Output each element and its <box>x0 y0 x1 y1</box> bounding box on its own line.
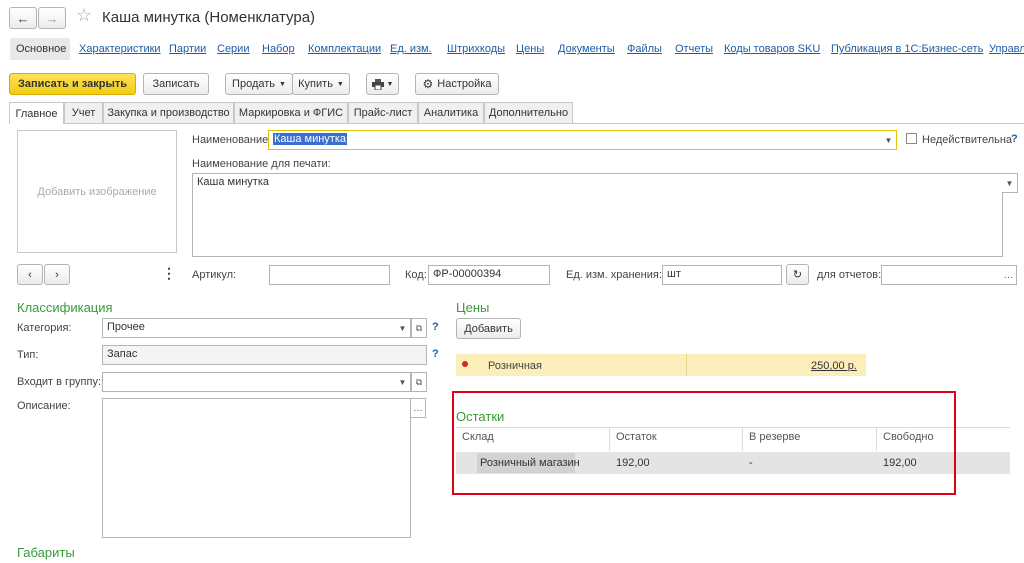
type-label: Тип: <box>17 349 39 361</box>
category-dropdown-button[interactable]: ▼ <box>395 318 411 338</box>
print-button[interactable]: ▼ <box>366 73 399 95</box>
nav-link-publication[interactable]: Публикация в 1С:Бизнес-сеть <box>831 43 983 55</box>
ellipsis-icon: … <box>1003 269 1014 281</box>
group-dropdown-button[interactable]: ▼ <box>395 372 411 392</box>
reports-label: для отчетов: <box>817 269 882 281</box>
more-icon[interactable]: ⋮ <box>162 265 176 282</box>
nav-link-series[interactable]: Серии <box>217 43 249 55</box>
inactive-checkbox[interactable] <box>906 133 917 144</box>
help-icon[interactable]: ? <box>432 321 439 333</box>
reports-input[interactable] <box>881 265 1002 285</box>
image-placeholder[interactable]: Добавить изображение <box>17 130 177 253</box>
save-button[interactable]: Записать <box>143 73 209 95</box>
description-textarea[interactable] <box>102 398 411 538</box>
print-name-label: Наименование для печати: <box>192 158 331 170</box>
price-marker-icon <box>462 361 468 367</box>
image-next-button[interactable]: › <box>44 264 70 285</box>
chevron-down-icon: ▼ <box>398 323 407 333</box>
chevron-down-icon: ▼ <box>279 80 286 88</box>
price-row-divider <box>686 354 687 376</box>
chevron-down-icon: ▼ <box>398 377 407 387</box>
nav-link-kits[interactable]: Комплектации <box>308 43 381 55</box>
chevron-down-icon: ▼ <box>884 135 893 145</box>
prices-title: Цены <box>456 300 490 315</box>
nav-link-sku[interactable]: Коды товаров SKU <box>724 43 820 55</box>
help-icon[interactable]: ? <box>1011 133 1018 145</box>
price-row-value[interactable]: 250,00 р. <box>811 360 857 372</box>
classification-title: Классификация <box>17 300 113 315</box>
type-input[interactable]: Запас <box>102 345 427 365</box>
arrow-left-icon: ← <box>16 10 30 26</box>
tabs-baseline <box>9 123 1024 124</box>
name-input[interactable]: Каша минутка <box>268 130 882 150</box>
code-label: Код: <box>405 269 427 281</box>
nav-link-files[interactable]: Файлы <box>627 43 662 55</box>
category-input[interactable]: Прочее <box>102 318 396 338</box>
description-label: Описание: <box>17 400 71 412</box>
description-edit-button[interactable]: … <box>410 398 426 418</box>
nav-link-set[interactable]: Набор <box>262 43 295 55</box>
open-icon: ⧉ <box>415 376 423 387</box>
print-name-dropdown-button[interactable]: ▼ <box>1002 173 1018 193</box>
unit-label: Ед. изм. хранения: <box>566 269 662 281</box>
save-close-button[interactable]: Записать и закрыть <box>9 73 136 95</box>
open-icon: ⧉ <box>415 322 423 333</box>
arrow-right-icon: → <box>45 10 59 26</box>
settings-button[interactable]: ⚙ Настройка <box>415 73 499 95</box>
back-button[interactable]: ← <box>9 7 37 29</box>
nav-link-documents[interactable]: Документы <box>558 43 615 55</box>
name-dropdown-button[interactable]: ▼ <box>881 130 897 150</box>
category-open-button[interactable]: ⧉ <box>411 318 427 338</box>
nav-link-reports[interactable]: Отчеты <box>675 43 713 55</box>
gear-icon: ⚙ <box>422 77 434 91</box>
nav-link-characteristics[interactable]: Характеристики <box>79 43 161 55</box>
code-input[interactable]: ФР-00000394 <box>428 265 550 285</box>
chevron-right-icon: › <box>55 268 59 281</box>
help-icon[interactable]: ? <box>432 348 439 360</box>
unit-input[interactable]: шт <box>662 265 782 285</box>
ellipsis-icon: … <box>413 402 423 414</box>
forward-button[interactable]: → <box>38 7 66 29</box>
image-prev-button[interactable]: ‹ <box>17 264 43 285</box>
nav-link-batches[interactable]: Партии <box>169 43 206 55</box>
group-input[interactable] <box>102 372 396 392</box>
history-icon: ↻ <box>792 269 803 281</box>
tab-accounting[interactable]: Учет <box>64 102 103 123</box>
tab-analytics[interactable]: Аналитика <box>418 102 484 123</box>
tab-purchase-production[interactable]: Закупка и производство <box>103 102 234 123</box>
group-open-button[interactable]: ⧉ <box>411 372 427 392</box>
nav-link-prices[interactable]: Цены <box>516 43 544 55</box>
nav-link-barcodes[interactable]: Штрихкоды <box>447 43 505 55</box>
buy-button[interactable]: Купить ▼ <box>292 73 350 95</box>
tab-main[interactable]: Главное <box>9 102 64 124</box>
sell-button[interactable]: Продать ▼ <box>225 73 293 95</box>
chevron-down-icon: ▼ <box>336 80 344 88</box>
article-label: Артикул: <box>192 269 237 281</box>
dimensions-title: Габариты <box>17 545 75 560</box>
printer-icon <box>371 78 384 90</box>
chevron-down-icon: ▼ <box>1005 178 1014 188</box>
inactive-label: Недействительна <box>922 134 1013 146</box>
chevron-left-icon: ‹ <box>28 268 32 281</box>
window-title: Каша минутка (Номенклатура) <box>102 9 316 26</box>
article-input[interactable] <box>269 265 390 285</box>
tab-marking[interactable]: Маркировка и ФГИС <box>234 102 348 123</box>
name-label: Наименование: <box>192 134 272 146</box>
nav-link-main[interactable]: Основное <box>16 43 66 55</box>
tab-price-list[interactable]: Прайс-лист <box>348 102 418 123</box>
reports-select-button[interactable]: … <box>1001 265 1017 285</box>
nav-link-management[interactable]: Управл <box>989 43 1024 55</box>
print-name-textarea[interactable]: Каша минутка <box>192 173 1003 257</box>
price-row-name: Розничная <box>488 360 542 372</box>
tab-additional[interactable]: Дополнительно <box>484 102 573 123</box>
category-label: Категория: <box>17 322 72 334</box>
add-price-button[interactable]: Добавить <box>456 318 521 339</box>
chevron-down-icon: ▼ <box>386 80 394 88</box>
group-label: Входит в группу: <box>17 376 101 388</box>
nav-link-units[interactable]: Ед. изм. <box>390 43 432 55</box>
highlight-frame <box>452 391 956 495</box>
history-button[interactable]: ↻ <box>786 264 809 285</box>
star-icon[interactable]: ☆ <box>76 5 92 26</box>
